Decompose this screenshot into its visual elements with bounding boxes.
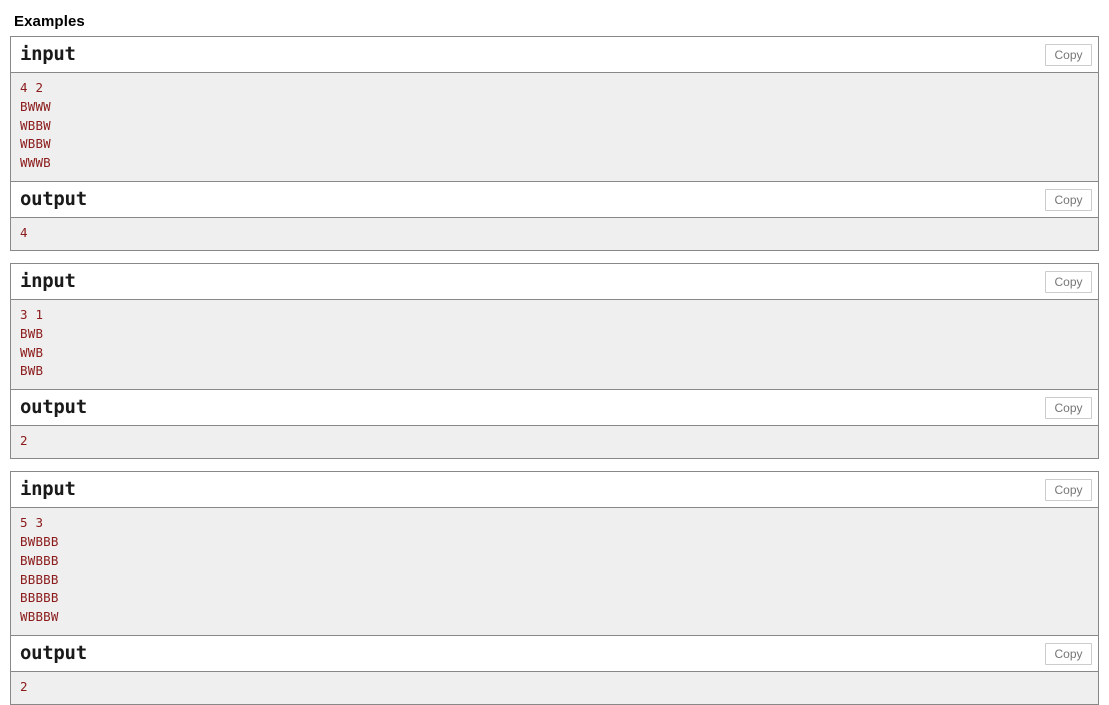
output-header: output Copy (11, 181, 1098, 218)
input-body: 3 1 BWB WWB BWB (11, 299, 1098, 391)
output-content: 2 (20, 433, 28, 449)
input-body: 4 2 BWWW WBBW WBBW WWWB (11, 73, 1098, 182)
copy-input-button[interactable]: Copy (1045, 479, 1092, 502)
output-body: 4 (11, 217, 1098, 250)
page-title: Examples (14, 13, 85, 30)
output-header: output Copy (11, 390, 1098, 427)
copy-input-button[interactable]: Copy (1045, 270, 1092, 293)
output-label: output (20, 187, 87, 210)
sample-test-block: input Copy 3 1 BWB WWB BWB output Copy 2 (10, 262, 1099, 460)
input-content: 4 2 BWWW WBBW WBBW WWWB (20, 80, 51, 171)
input-header: input Copy (11, 37, 1098, 73)
input-label: input (20, 43, 76, 65)
examples-page: Examples input Copy 4 2 BWWW WBBW WBBW W… (0, 0, 1109, 705)
copy-output-button[interactable]: Copy (1045, 642, 1092, 665)
input-content: 3 1 BWB WWB BWB (20, 306, 44, 379)
input-label: input (20, 269, 76, 292)
sample-test-block: input Copy 4 2 BWWW WBBW WBBW WWWB outpu… (10, 36, 1099, 251)
input-header: input Copy (11, 263, 1098, 300)
output-content: 4 (20, 224, 28, 240)
output-body: 2 (11, 426, 1098, 459)
output-body: 2 (11, 671, 1098, 704)
input-content: 5 3 BWBBB BWBBB BBBBB BBBBB WBBBW (20, 515, 59, 625)
input-header: input Copy (11, 472, 1098, 509)
copy-output-button[interactable]: Copy (1045, 397, 1092, 420)
copy-input-button[interactable]: Copy (1045, 44, 1092, 66)
input-label: input (20, 478, 76, 501)
copy-output-button[interactable]: Copy (1045, 188, 1092, 211)
output-label: output (20, 641, 87, 664)
input-body: 5 3 BWBBB BWBBB BBBBB BBBBB WBBBW (11, 508, 1098, 636)
output-header: output Copy (11, 635, 1098, 672)
output-label: output (20, 396, 87, 419)
sample-test-block: input Copy 5 3 BWBBB BWBBB BBBBB BBBBB W… (10, 471, 1099, 705)
output-content: 2 (20, 678, 28, 694)
